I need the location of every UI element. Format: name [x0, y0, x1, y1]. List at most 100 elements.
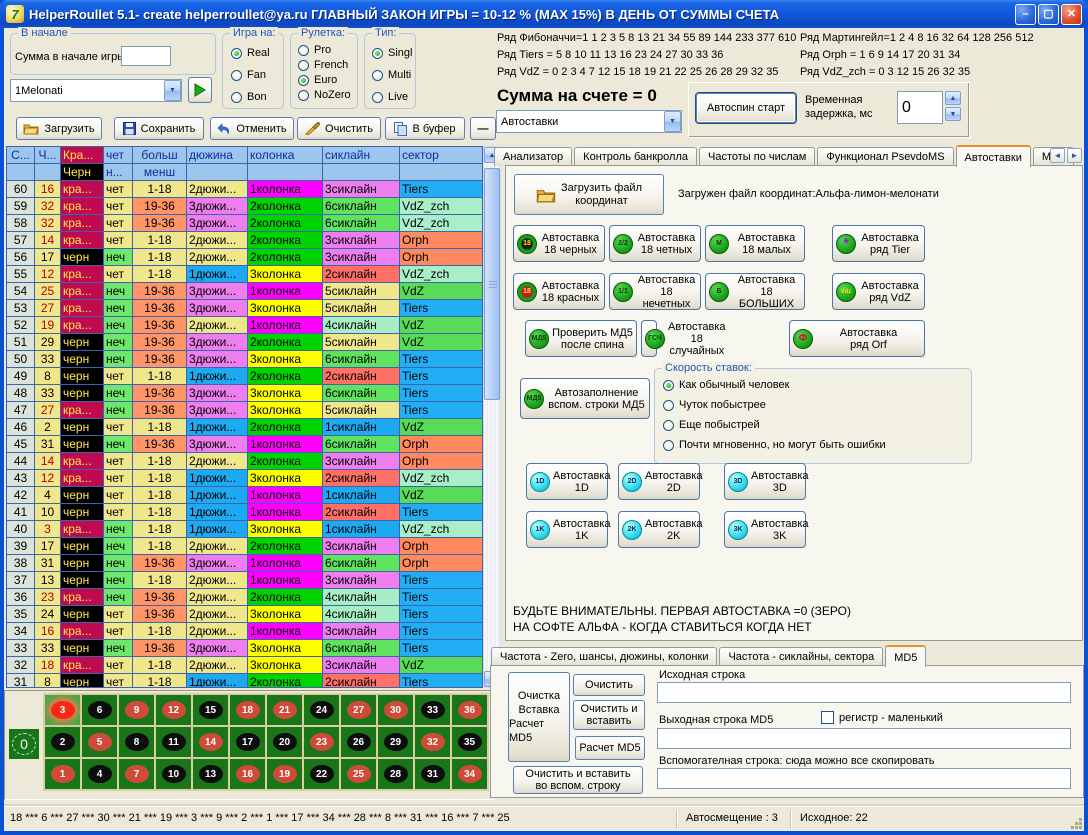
board-number-cell[interactable]: 29 [378, 727, 413, 757]
bet-button-ряд-orf[interactable]: ФАвтоставкаряд Orf [789, 320, 925, 357]
autofill-md5-button[interactable]: МД5 Автозаполнениевспом. строки МД5 [520, 378, 650, 419]
maximize-button[interactable]: ▢ [1038, 4, 1059, 25]
bet-button-18-случайных[interactable]: ГСЧАвтоставка18 случайных [641, 320, 657, 357]
board-number-cell[interactable]: 27 [341, 695, 376, 725]
bet-button-3k[interactable]: 3KАвтоставка3K [724, 511, 806, 548]
radio-option-singl[interactable]: Singl [372, 47, 412, 59]
radio-option-pro[interactable]: Pro [298, 44, 331, 56]
delay-input[interactable] [897, 91, 943, 124]
load-button[interactable]: Загрузить [16, 117, 102, 140]
radio-option-french[interactable]: French [298, 59, 348, 71]
bet-button-18-четных[interactable]: 2/2Автоставка18 четных [609, 225, 701, 262]
source-string-input[interactable] [657, 682, 1071, 703]
radio-option-live[interactable]: Live [372, 91, 408, 103]
minus-button[interactable]: — [470, 117, 496, 140]
save-button[interactable]: Сохранить [114, 117, 204, 140]
tab-функционал-psevdoms[interactable]: Функционал PsevdoMS [817, 147, 953, 166]
board-number-cell[interactable]: 32 [415, 727, 450, 757]
radio-option-real[interactable]: Real [231, 47, 270, 59]
bet-button-18-нечетных[interactable]: 1/1Автоставка18 нечетных [609, 273, 701, 310]
board-number-cell[interactable]: 34 [452, 759, 487, 789]
board-number-cell[interactable]: 35 [452, 727, 487, 757]
board-number-cell[interactable]: 15 [193, 695, 228, 725]
board-number-cell[interactable]: 17 [230, 727, 265, 757]
tab-scroll-left-icon[interactable]: ◄ [1050, 148, 1065, 163]
board-number-cell[interactable]: 7 [119, 759, 154, 789]
chevron-down-icon[interactable]: ▼ [664, 111, 681, 132]
bet-button-18-черных[interactable]: 18Автоставка18 черных [513, 225, 605, 262]
bet-button-после-спина[interactable]: МД5Проверить МД5после спина [525, 320, 637, 357]
scrollbar-thumb[interactable] [484, 168, 500, 400]
board-number-cell[interactable]: 24 [304, 695, 339, 725]
board-number-cell[interactable]: 23 [304, 727, 339, 757]
board-number-cell[interactable]: 10 [156, 759, 191, 789]
board-number-cell[interactable]: 31 [415, 759, 450, 789]
clear-paste-calc-button[interactable]: Очистка Вставка Расчет MD5 [508, 672, 570, 762]
board-number-cell[interactable]: 33 [415, 695, 450, 725]
resize-grip[interactable] [1079, 826, 1082, 829]
to-buffer-button[interactable]: В буфер [385, 117, 465, 140]
tab-scroll-right-icon[interactable]: ► [1067, 148, 1082, 163]
board-number-cell[interactable]: 18 [230, 695, 265, 725]
tab-автоставки[interactable]: Автоставки [956, 145, 1031, 167]
checkbox-icon[interactable] [821, 711, 834, 724]
bet-button-18-больших[interactable]: БАвтоставка18 БОЛЬШИХ [705, 273, 805, 310]
undo-button[interactable]: Отменить [210, 117, 294, 140]
board-number-cell[interactable]: 16 [230, 759, 265, 789]
board-number-cell[interactable]: 12 [156, 695, 191, 725]
radio-option-multi[interactable]: Multi [372, 69, 411, 81]
profile-combobox[interactable]: 1Melonati ▼ [10, 79, 182, 102]
radio-option-nozero[interactable]: NoZero [298, 89, 351, 101]
md5-calc-button[interactable]: Расчет MD5 [575, 736, 645, 760]
board-number-cell[interactable]: 1 [45, 759, 80, 789]
tab-частота-сиклайны-сектора[interactable]: Частота - сиклайны, сектора [719, 647, 883, 666]
board-number-cell[interactable]: 8 [119, 727, 154, 757]
md5-clear-paste-aux-button[interactable]: Очистить и вставить во вспом. строку [513, 766, 643, 794]
board-number-cell[interactable]: 22 [304, 759, 339, 789]
spin-down-icon[interactable]: ▼ [945, 107, 961, 121]
radio-option-еще побыстрей[interactable]: Еще побыстрей [663, 419, 760, 431]
bet-button-ряд-tier[interactable]: *Автоставкаряд Tier [832, 225, 925, 262]
radio-option-почти мгновенно, но могут быть ошибки[interactable]: Почти мгновенно, но могут быть ошибки [663, 439, 886, 451]
table-scrollbar[interactable]: ▲ ▼ [483, 146, 501, 688]
out-string-input[interactable] [657, 728, 1071, 749]
board-number-cell[interactable]: 26 [341, 727, 376, 757]
md5-clear-button[interactable]: Очистить [573, 674, 645, 696]
bet-button-ряд-vdz[interactable]: VdzАвтоставкаряд VdZ [832, 273, 925, 310]
play-button[interactable] [188, 77, 212, 103]
start-sum-input[interactable] [121, 46, 171, 66]
radio-option-euro[interactable]: Euro [298, 74, 337, 86]
autospin-start-button[interactable]: Автоспин старт [696, 93, 796, 123]
aux-string-input[interactable] [657, 768, 1071, 789]
bet-button-3d[interactable]: 3DАвтоставка3D [724, 463, 806, 500]
radio-option-чуток побыстрее[interactable]: Чуток побыстрее [663, 399, 766, 411]
board-number-cell[interactable]: 4 [82, 759, 117, 789]
bet-button-1k[interactable]: 1KАвтоставка1K [526, 511, 608, 548]
board-number-cell[interactable]: 2 [45, 727, 80, 757]
case-checkbox[interactable]: регистр - маленький [821, 711, 943, 724]
board-number-cell[interactable]: 30 [378, 695, 413, 725]
minimize-button[interactable]: – [1015, 4, 1036, 25]
mode-combobox[interactable]: Автоставки ▼ [496, 110, 682, 133]
board-number-cell[interactable]: 3 [45, 695, 80, 725]
board-number-cell[interactable]: 21 [267, 695, 302, 725]
board-number-cell[interactable]: 19 [267, 759, 302, 789]
tab-контроль-банкролла[interactable]: Контроль банкролла [574, 147, 697, 166]
board-zero-cell[interactable]: 0 [9, 729, 39, 759]
bet-button-18-красных[interactable]: 18Автоставка18 красных [513, 273, 605, 310]
tab-частота-zero-шансы-дюжины-колонки[interactable]: Частота - Zero, шансы, дюжины, колонки [491, 647, 717, 666]
radio-option-bon[interactable]: Bon [231, 91, 267, 103]
tab-md5[interactable]: MD5 [885, 645, 926, 667]
board-number-cell[interactable]: 14 [193, 727, 228, 757]
radio-option-fan[interactable]: Fan [231, 69, 266, 81]
bet-button-2k[interactable]: 2KАвтоставка2K [618, 511, 700, 548]
board-number-cell[interactable]: 25 [341, 759, 376, 789]
board-number-cell[interactable]: 36 [452, 695, 487, 725]
clear-button[interactable]: Очистить [297, 117, 381, 140]
load-coords-button[interactable]: Загрузить файлкоординат [514, 174, 664, 215]
board-number-cell[interactable]: 20 [267, 727, 302, 757]
bet-button-18-малых[interactable]: МАвтоставка18 малых [705, 225, 805, 262]
bet-button-2d[interactable]: 2DАвтоставка2D [618, 463, 700, 500]
tab-частоты-по-числам[interactable]: Частоты по числам [699, 147, 815, 166]
chevron-down-icon[interactable]: ▼ [164, 80, 181, 101]
